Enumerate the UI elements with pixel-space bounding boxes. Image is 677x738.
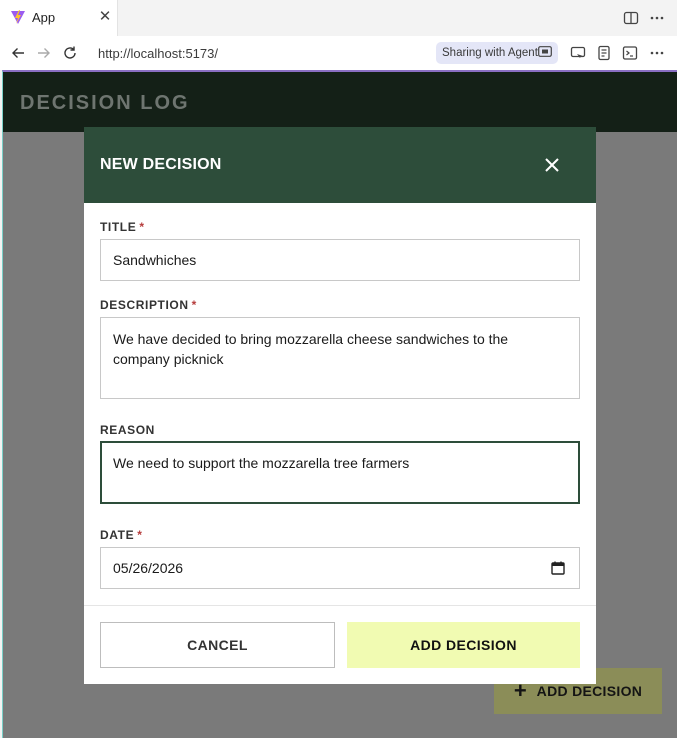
tab-bar: App ✕	[0, 0, 677, 36]
footer-divider	[84, 605, 596, 606]
date-value: 05/26/2026	[113, 560, 184, 576]
close-tab-icon[interactable]: ✕	[96, 8, 114, 26]
browser-tab[interactable]: App ✕	[0, 0, 118, 36]
cancel-button[interactable]: CANCEL	[100, 622, 335, 668]
sharing-label: Sharing with Agent	[442, 47, 538, 59]
title-input[interactable]: Sandwhiches	[100, 239, 580, 281]
url-field[interactable]: http://localhost:5173/	[98, 46, 218, 61]
date-input[interactable]: 05/26/2026	[100, 547, 580, 589]
vite-logo-icon	[11, 10, 25, 24]
reason-textarea[interactable]: We need to support the mozzarella tree f…	[100, 441, 580, 504]
terminal-icon[interactable]	[620, 43, 640, 63]
tab-title: App	[32, 10, 56, 25]
screen-cast-icon[interactable]	[568, 43, 588, 63]
dialog-header: NEW DECISION	[84, 127, 596, 203]
close-icon[interactable]	[542, 155, 562, 175]
reason-label: REASON	[100, 423, 155, 437]
refresh-icon[interactable]	[60, 43, 80, 63]
more-options-icon[interactable]	[647, 8, 667, 28]
required-mark: *	[137, 528, 143, 542]
split-screen-icon[interactable]	[621, 8, 641, 28]
notes-icon[interactable]	[594, 43, 614, 63]
forward-arrow-icon[interactable]	[34, 43, 54, 63]
required-mark: *	[139, 220, 145, 234]
required-mark: *	[191, 298, 197, 312]
new-decision-dialog: NEW DECISION TITLE * Sandwhiches DESCRIPT…	[84, 127, 596, 684]
date-label: DATE *	[100, 528, 143, 542]
add-decision-button[interactable]: ADD DECISION	[347, 622, 580, 668]
sharing-badge[interactable]: Sharing with Agent	[436, 42, 558, 64]
calendar-icon[interactable]	[551, 561, 565, 575]
app-header: DECISION LOG	[3, 72, 677, 132]
back-arrow-icon[interactable]	[8, 43, 28, 63]
description-textarea[interactable]: We have decided to bring mozzarella chee…	[100, 317, 580, 399]
title-label: TITLE *	[100, 220, 145, 234]
dialog-title: NEW DECISION	[100, 156, 222, 173]
app-title: DECISION LOG	[20, 92, 190, 114]
fab-label: ADD DECISION	[536, 683, 643, 699]
more-tools-icon[interactable]	[647, 43, 667, 63]
address-bar: http://localhost:5173/ Sharing with Agen…	[0, 36, 677, 70]
description-label: DESCRIPTION *	[100, 298, 197, 312]
share-screen-icon	[538, 46, 552, 57]
browser-window: App ✕ http://localhost:5173/ Sharing wit…	[0, 0, 677, 738]
